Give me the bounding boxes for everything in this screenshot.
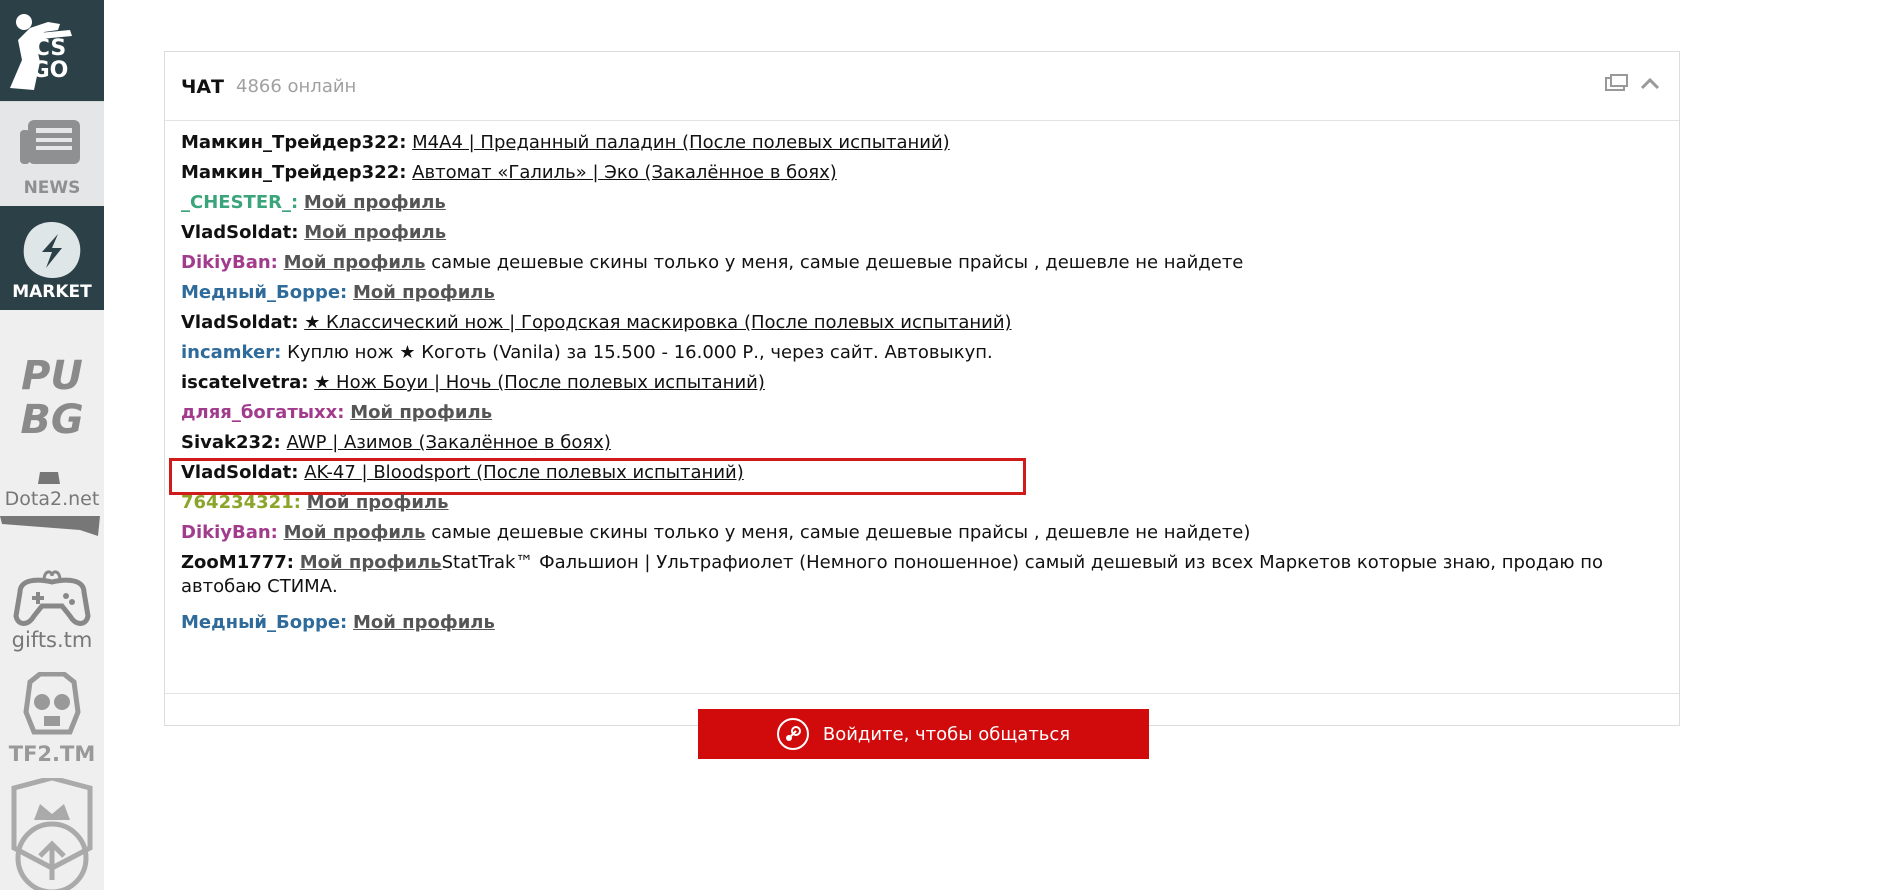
chat-messages[interactable]: Мамкин_Трейдер322: M4A4 | Преданный пала… [165,121,1679,693]
profile-link[interactable]: Мой профиль [284,252,426,273]
message-text: самые дешевые скины только у меня, самые… [425,252,1244,273]
sidebar-item-csgo[interactable]: CS GO [0,0,104,101]
sidebar-item-tf2[interactable]: TF2.TM [0,672,104,772]
sidebar-item-dota2[interactable]: Dota2.net [0,470,104,540]
chat-message: DikiyBan: Мой профиль самые дешевые скин… [181,251,1243,275]
chat-panel: ЧАТ 4866 онлайн Мамкин_Трейдер322: M4A4 … [164,51,1680,759]
sidebar-item-label: TF2.TM [8,742,96,766]
profile-link[interactable]: Мой профиль [300,552,442,573]
chat-message: Медный_Борре: Мой профиль [181,281,495,305]
chat-message: Мамкин_Трейдер322: M4A4 | Преданный пала… [181,131,950,155]
message-text: Куплю нож ★ Коготь (Vanila) за 15.500 - … [287,342,993,363]
tf2-pyro-mask-icon [23,672,81,735]
message-nickname[interactable]: _CHESTER_: [181,192,298,213]
message-nickname[interactable]: DikiyBan: [181,252,278,273]
sidebar-item-label: PU BG [20,353,84,443]
login-button-label: Войдите, чтобы общаться [822,723,1071,745]
popout-window-icon[interactable] [1605,74,1629,94]
message-nickname[interactable]: дляя_богатыхх: [181,402,344,423]
chat-message: Медный_Борре: Мой профиль [181,611,495,635]
chat-message: 764234321: Мой профиль [181,491,449,515]
chat-message: дляя_богатыхх: Мой профиль [181,401,492,425]
chat-header: ЧАТ 4866 онлайн [165,52,1679,121]
profile-link[interactable]: Мой профиль [304,222,446,243]
profile-link[interactable]: Мой профиль [284,522,426,543]
clipped-message [181,121,187,131]
sidebar-item-label: CS GO [31,36,69,83]
chat-message: Мамкин_Трейдер322: Автомат «Галиль» | Эк… [181,161,837,185]
skin-link[interactable]: AWP | Азимов (Закалённое в боях) [287,432,611,453]
profile-link[interactable]: Мой профиль [350,402,492,423]
sidebar-item-label: NEWS [23,178,81,198]
message-nickname[interactable]: Мамкин_Трейдер322: [181,162,406,183]
message-text: самые дешевые скины только у меня, самые… [425,522,1251,543]
message-nickname[interactable]: VladSoldat: [181,462,298,483]
profile-link[interactable]: Мой профиль [353,282,495,303]
chat-message: _CHESTER_: Мой профиль [181,191,446,215]
chat-message: DikiyBan: Мой профиль самые дешевые скин… [181,521,1250,545]
sidebar-item-label: Dota2.net [4,488,100,510]
chat-message: VladSoldat: AK-47 | Bloodsport (После по… [181,461,744,485]
message-nickname[interactable]: VladSoldat: [181,222,298,243]
sidebar-item-market[interactable]: MARKET [0,206,104,310]
chat-title: ЧАТ [181,76,225,98]
login-button[interactable]: Войдите, чтобы общаться [698,709,1149,759]
message-nickname[interactable]: 764234321: [181,492,301,513]
sidebar-item-pubg[interactable]: PU BG [0,350,104,450]
skin-link[interactable]: ★ Нож Боуи | Ночь (После полевых испытан… [314,372,765,393]
skin-link[interactable]: ★ Классический нож | Городская маскировк… [304,312,1011,333]
profile-link[interactable]: Мой профиль [307,492,449,513]
message-nickname[interactable]: Мамкин_Трейдер322: [181,132,406,153]
chevron-up-icon[interactable] [1639,74,1661,94]
online-count: 4866 онлайн [236,76,357,97]
crown-shield-icon [11,778,93,890]
chat-message: ZooM1777: Мой профильStatTrak™ Фальшион … [181,551,1621,599]
message-nickname[interactable]: VladSoldat: [181,312,298,333]
message-nickname[interactable]: ZooM1777: [181,552,294,573]
steam-icon [776,718,809,750]
chat-message: iscatelvetra: ★ Нож Боуи | Ночь (После п… [181,371,765,395]
sidebar-item-label: gifts.tm [11,628,93,652]
sidebar-item-label: MARKET [12,282,92,302]
sidebar-item-crown[interactable] [0,778,104,890]
message-nickname[interactable]: iscatelvetra: [181,372,308,393]
skin-link[interactable]: Автомат «Галиль» | Эко (Закалённое в боя… [412,162,837,183]
message-nickname[interactable]: Медный_Борре: [181,282,347,303]
newspaper-icon [20,120,80,164]
skin-link[interactable]: M4A4 | Преданный паладин (После полевых … [412,132,950,153]
chat-message: VladSoldat: ★ Классический нож | Городск… [181,311,1012,335]
profile-link[interactable]: Мой профиль [353,612,495,633]
market-refresh-icon [23,222,81,278]
chat-message: Sivak232: AWP | Азимов (Закалённое в боя… [181,431,611,455]
message-nickname[interactable]: incamker: [181,342,281,363]
sidebar-item-gifts[interactable]: gifts.tm [0,566,104,656]
gamepad-icon [13,570,91,626]
profile-link[interactable]: Мой профиль [304,192,446,213]
chat-footer-divider [165,693,1679,694]
message-nickname[interactable]: Медный_Борре: [181,612,347,633]
sidebar-item-news[interactable]: NEWS [0,101,104,206]
message-nickname[interactable]: Sivak232: [181,432,281,453]
chat-message: incamker: Куплю нож ★ Коготь (Vanila) за… [181,341,993,365]
chat-message: VladSoldat: Мой профиль [181,221,446,245]
skin-link[interactable]: AK-47 | Bloodsport (После полевых испыта… [304,462,744,483]
sidebar: CS GO NEWS MARKET PU BG Dota2.net gifts.… [0,0,104,890]
message-nickname[interactable]: DikiyBan: [181,522,278,543]
